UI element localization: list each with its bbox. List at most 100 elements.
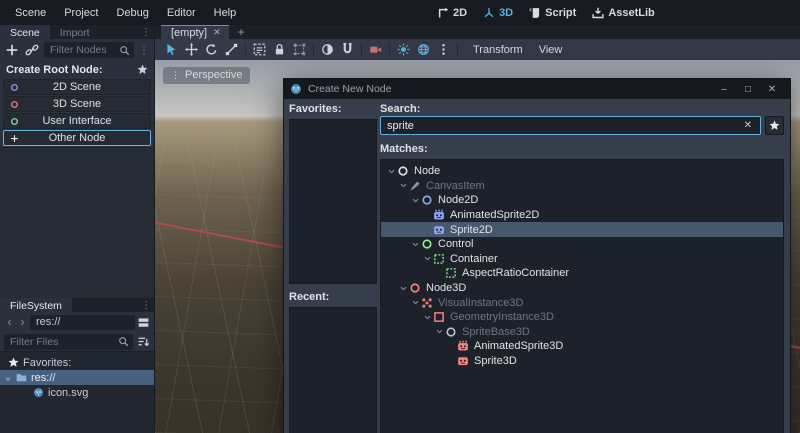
- chevron-down-icon[interactable]: [387, 167, 396, 176]
- menubar-item-scene[interactable]: Scene: [6, 4, 55, 22]
- group-tool-button[interactable]: [293, 43, 306, 56]
- scale-tool-button[interactable]: [225, 43, 238, 56]
- chevron-down-icon[interactable]: [4, 374, 12, 382]
- recent-label: Recent:: [289, 290, 330, 303]
- file-item[interactable]: res://: [0, 370, 154, 385]
- local-space-tool-button[interactable]: [321, 43, 334, 56]
- scene-tabs: [empty] ✕: [161, 25, 229, 39]
- chevron-down-icon[interactable]: [411, 240, 420, 249]
- environment-tool-button[interactable]: [417, 43, 430, 56]
- dialog-titlebar[interactable]: Create New Node – □ ✕: [284, 79, 790, 99]
- select-tool-button[interactable]: [165, 43, 178, 56]
- node-type-control[interactable]: Control: [381, 237, 783, 252]
- node-search-input[interactable]: [387, 119, 742, 132]
- workspace-2d-button[interactable]: 2D: [437, 7, 467, 19]
- favorites-row[interactable]: Favorites:: [0, 355, 154, 370]
- file-label: icon.svg: [48, 386, 89, 399]
- toggle-split-mode-icon[interactable]: [137, 316, 150, 329]
- filesystem-menu-icon[interactable]: ⋮: [141, 298, 151, 312]
- node-type-label: Node3D: [426, 282, 467, 295]
- close-tab-icon[interactable]: ✕: [213, 27, 221, 38]
- node-type-spritebase3d[interactable]: SpriteBase3D: [381, 325, 783, 340]
- 3d-scene-button[interactable]: 3D Scene: [3, 96, 151, 112]
- chevron-down-icon[interactable]: [399, 284, 408, 293]
- chevron-down-icon[interactable]: [423, 254, 432, 263]
- node-type-sprite2d[interactable]: Sprite2D: [381, 222, 783, 237]
- list-select-tool-button[interactable]: [253, 43, 266, 56]
- nav-forward-icon[interactable]: ›: [17, 315, 28, 329]
- close-button[interactable]: ✕: [760, 84, 784, 95]
- node-type-container[interactable]: Container: [381, 252, 783, 267]
- recent-panel[interactable]: [289, 306, 377, 433]
- tab-scene[interactable]: Scene: [0, 25, 50, 39]
- chevron-down-icon[interactable]: [399, 181, 408, 190]
- camera-preview-tool-button[interactable]: [369, 43, 382, 56]
- sun-tool-button[interactable]: [397, 43, 410, 56]
- node-type-canvasitem[interactable]: CanvasItem: [381, 179, 783, 194]
- add-scene-tab-icon[interactable]: +: [229, 25, 254, 39]
- chevron-down-icon[interactable]: [435, 327, 444, 336]
- chevron-down-icon[interactable]: [411, 298, 420, 307]
- workspace-3d-button[interactable]: 3D: [483, 7, 513, 19]
- scene-tab[interactable]: [empty] ✕: [161, 25, 229, 39]
- node-type-animatedsprite2d[interactable]: AnimatedSprite2D: [381, 208, 783, 223]
- move-tool-button[interactable]: [185, 43, 198, 56]
- snap-icon: [341, 43, 354, 56]
- minimize-button[interactable]: –: [712, 84, 736, 95]
- chevron-down-icon[interactable]: [411, 196, 420, 205]
- favorite-toggle-button[interactable]: [765, 116, 784, 135]
- menubar-item-editor[interactable]: Editor: [158, 4, 205, 22]
- menubar-item-debug[interactable]: Debug: [107, 4, 157, 22]
- clear-search-icon[interactable]: ✕: [742, 120, 754, 131]
- node-type-tree: Node CanvasItem Node2D AnimatedSprite2D Spri…: [380, 159, 784, 433]
- lock-icon: [273, 43, 286, 56]
- node-type-geometryinstance3d[interactable]: GeometryInstance3D: [381, 310, 783, 325]
- path-field[interactable]: res://: [30, 314, 135, 330]
- tab-filesystem[interactable]: FileSystem: [0, 298, 72, 312]
- more-tool-button[interactable]: [437, 43, 450, 56]
- nav-back-icon[interactable]: ‹: [4, 315, 15, 329]
- filesystem-dock: FileSystem ⋮ ‹ › res:// Filter Files Fav…: [0, 298, 154, 433]
- chevron-down-icon[interactable]: [423, 313, 432, 322]
- add-node-icon[interactable]: [5, 43, 19, 57]
- menubar-item-help[interactable]: Help: [205, 4, 246, 22]
- node-type-aspectratiocontainer[interactable]: AspectRatioContainer: [381, 266, 783, 281]
- search-row: ✕: [380, 116, 784, 135]
- node-type-sprite3d[interactable]: Sprite3D: [381, 354, 783, 369]
- workspace-assetlib-button[interactable]: AssetLib: [592, 7, 655, 19]
- other-node-button[interactable]: Other Node: [3, 130, 151, 146]
- snap-tool-button[interactable]: [341, 43, 354, 56]
- tab-import[interactable]: Import: [50, 25, 100, 39]
- scene-tree-menu-icon[interactable]: ⋮: [139, 45, 149, 56]
- node-type-node[interactable]: Node: [381, 164, 783, 179]
- node-type-node3d[interactable]: Node3D: [381, 281, 783, 296]
- node-type-node2d[interactable]: Node2D: [381, 193, 783, 208]
- 2d-scene-button[interactable]: 2D Scene: [3, 79, 151, 95]
- filter-nodes-input[interactable]: [50, 44, 119, 56]
- workspace-script-button[interactable]: Script: [529, 7, 576, 19]
- filter-files-input[interactable]: [10, 335, 118, 348]
- perspective-button[interactable]: ⋮ Perspective: [163, 67, 251, 84]
- instance-scene-icon[interactable]: [25, 43, 39, 57]
- filter-files-box: [4, 333, 133, 350]
- workspace-assetlib-icon: [592, 7, 604, 19]
- menu-transform[interactable]: Transform: [465, 42, 531, 58]
- filesystem-nav: ‹ › res://: [0, 312, 154, 332]
- file-item[interactable]: icon.svg: [0, 385, 154, 400]
- rotate-tool-button[interactable]: [205, 43, 218, 56]
- favorites-panel[interactable]: [289, 119, 377, 284]
- dock-menu-icon[interactable]: ⋮: [141, 25, 151, 39]
- node-type-label: CanvasItem: [426, 179, 485, 192]
- toolbar-separator: [313, 43, 314, 56]
- favorite-star-icon[interactable]: [137, 64, 148, 75]
- user-interface-button[interactable]: User Interface: [3, 113, 151, 129]
- lock-tool-button[interactable]: [273, 43, 286, 56]
- toolbar-separator: [389, 43, 390, 56]
- sort-files-icon[interactable]: [137, 335, 150, 348]
- menubar-item-project[interactable]: Project: [55, 4, 107, 22]
- menu-view[interactable]: View: [531, 42, 571, 58]
- maximize-button[interactable]: □: [736, 84, 760, 95]
- node-type-visualinstance3d[interactable]: VisualInstance3D: [381, 295, 783, 310]
- node-type-animatedsprite3d[interactable]: AnimatedSprite3D: [381, 339, 783, 354]
- node-type-label: AnimatedSprite3D: [474, 340, 564, 353]
